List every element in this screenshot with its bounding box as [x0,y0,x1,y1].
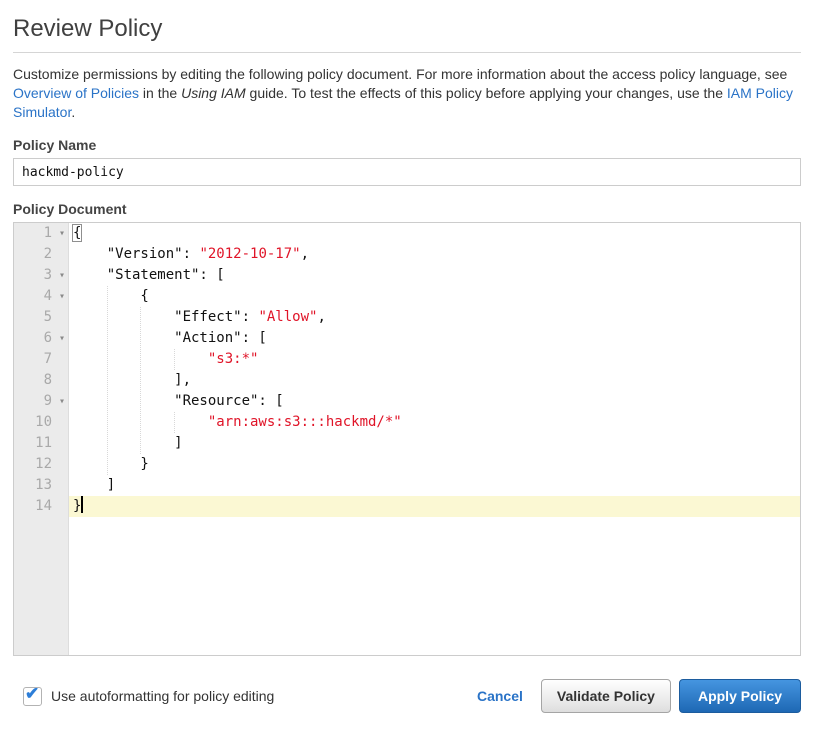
gutter-line-number: 3▾ [14,265,68,286]
json-plain-token [73,414,208,430]
json-plain-token: } [73,456,149,472]
policy-name-input[interactable] [13,158,801,186]
json-string-token: "arn:aws:s3:::hackmd/*" [208,414,402,430]
code-line[interactable]: "arn:aws:s3:::hackmd/*" [69,412,800,433]
json-plain-token: ] [73,477,115,493]
intro-text-1: Customize permissions by editing the fol… [13,66,787,82]
title-divider [13,52,801,53]
code-line[interactable]: { [69,223,800,244]
code-line[interactable]: ], [69,370,800,391]
gutter-line-number: 1▾ [14,223,68,244]
footer-bar: ✔ Use autoformatting for policy editing … [13,679,801,713]
editor-gutter: 1▾23▾4▾56▾789▾1011121314 [14,223,69,655]
using-iam-guide-name: Using IAM [181,85,246,101]
intro-paragraph: Customize permissions by editing the fol… [13,65,801,122]
apply-policy-button[interactable]: Apply Policy [679,679,801,713]
gutter-line-number: 8 [14,370,68,391]
autoformat-label: Use autoformatting for policy editing [51,688,274,704]
intro-text-2: in the [139,85,181,101]
gutter-line-number: 4▾ [14,286,68,307]
code-line[interactable]: ] [69,475,800,496]
code-line[interactable]: } [69,496,800,517]
code-line[interactable]: "Action": [ [69,328,800,349]
gutter-line-number: 11 [14,433,68,454]
overview-of-policies-link[interactable]: Overview of Policies [13,85,139,101]
fold-arrow-icon[interactable]: ▾ [59,223,65,244]
gutter-line-number: 13 [14,475,68,496]
gutter-line-number: 10 [14,412,68,433]
json-string-token: "s3:*" [208,351,259,367]
code-line[interactable]: "Statement": [ [69,265,800,286]
json-plain-token: } [73,498,81,514]
gutter-line-number: 5 [14,307,68,328]
page-title: Review Policy [13,15,801,43]
fold-arrow-icon[interactable]: ▾ [59,391,65,412]
json-plain-token: "Effect": [73,309,258,325]
review-policy-panel: Review Policy Customize permissions by e… [0,15,814,713]
checkmark-icon: ✔ [25,684,39,704]
json-plain-token: ], [73,372,191,388]
json-plain-token: , [317,309,325,325]
code-line[interactable]: } [69,454,800,475]
json-plain-token: "Resource": [ [73,393,284,409]
code-line[interactable]: "Version": "2012-10-17", [69,244,800,265]
policy-document-editor[interactable]: 1▾23▾4▾56▾789▾1011121314 { "Version": "2… [13,222,801,656]
json-string-token: "2012-10-17" [199,246,300,262]
json-plain-token: { [73,288,149,304]
intro-text-4: . [71,104,75,120]
autoformat-checkbox[interactable]: ✔ [23,687,42,706]
editor-code-area[interactable]: { "Version": "2012-10-17", "Statement": … [69,223,800,655]
autoformat-option: ✔ Use autoformatting for policy editing [13,687,274,706]
json-plain-token: "Action": [ [73,330,267,346]
code-line[interactable]: "Effect": "Allow", [69,307,800,328]
validate-policy-button[interactable]: Validate Policy [541,679,671,713]
matched-brace-token: { [73,225,81,241]
fold-arrow-icon[interactable]: ▾ [59,328,65,349]
gutter-line-number: 6▾ [14,328,68,349]
code-line[interactable]: "s3:*" [69,349,800,370]
action-buttons: Cancel Validate Policy Apply Policy [477,679,801,713]
fold-arrow-icon[interactable]: ▾ [59,265,65,286]
intro-text-3: guide. To test the effects of this polic… [246,85,727,101]
json-plain-token: "Version": [73,246,199,262]
code-line[interactable]: { [69,286,800,307]
fold-arrow-icon[interactable]: ▾ [59,286,65,307]
gutter-line-number: 14 [14,496,68,517]
gutter-line-number: 9▾ [14,391,68,412]
json-plain-token: "Statement": [ [73,267,225,283]
code-line[interactable]: ] [69,433,800,454]
cancel-button[interactable]: Cancel [477,688,523,704]
text-cursor [81,496,83,513]
gutter-line-number: 7 [14,349,68,370]
json-plain-token: ] [73,435,183,451]
json-string-token: "Allow" [258,309,317,325]
json-plain-token: , [301,246,309,262]
gutter-line-number: 12 [14,454,68,475]
gutter-line-number: 2 [14,244,68,265]
json-plain-token [73,351,208,367]
policy-name-label: Policy Name [13,137,801,153]
policy-document-label: Policy Document [13,201,801,217]
code-line[interactable]: "Resource": [ [69,391,800,412]
